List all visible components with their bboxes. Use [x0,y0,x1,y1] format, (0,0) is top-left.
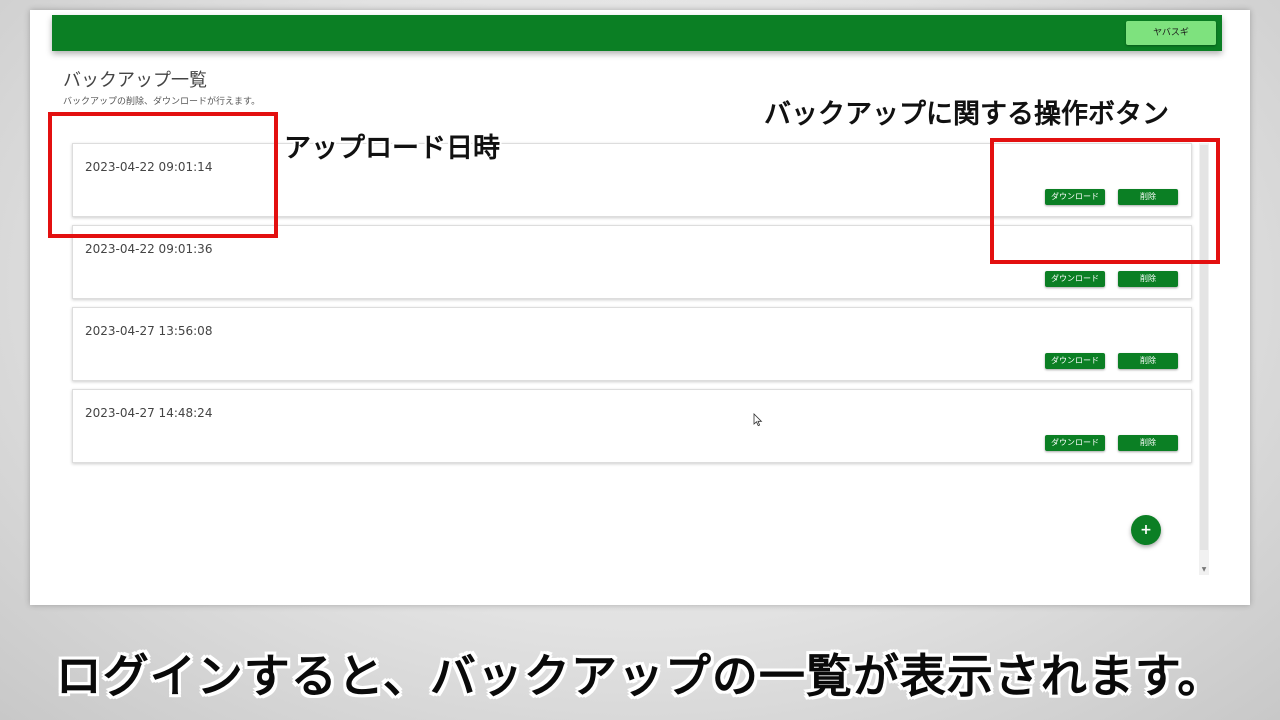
annotation-action-buttons: バックアップに関する操作ボタン [764,99,1169,130]
backup-datetime: 2023-04-27 14:48:24 [85,406,213,420]
user-menu-button[interactable]: ヤバスギ [1126,21,1216,45]
scroll-down-arrow-icon[interactable]: ▼ [1200,565,1208,575]
backup-card: 2023-04-27 14:48:24 ダウンロード 削除 [72,389,1192,463]
video-caption: ログインすると、バックアップの一覧が表示されます。 [55,649,1225,703]
backup-datetime: 2023-04-27 13:56:08 [85,324,213,338]
download-button[interactable]: ダウンロード [1045,271,1105,287]
highlight-action-buttons [990,138,1220,264]
page-title: バックアップ一覧 [63,70,207,91]
delete-button[interactable]: 削除 [1118,353,1178,369]
highlight-upload-datetime [48,112,278,238]
app-header: ヤバスギ [52,15,1222,51]
annotation-upload-datetime: アップロード日時 [284,133,500,164]
add-backup-button[interactable]: + [1131,515,1161,545]
download-button[interactable]: ダウンロード [1045,353,1105,369]
delete-button[interactable]: 削除 [1118,435,1178,451]
mouse-cursor-icon [753,413,763,427]
delete-button[interactable]: 削除 [1118,271,1178,287]
page-subtitle: バックアップの削除、ダウンロードが行えます。 [63,97,261,107]
backup-datetime: 2023-04-22 09:01:36 [85,242,213,256]
backup-card: 2023-04-27 13:56:08 ダウンロード 削除 [72,307,1192,381]
download-button[interactable]: ダウンロード [1045,435,1105,451]
